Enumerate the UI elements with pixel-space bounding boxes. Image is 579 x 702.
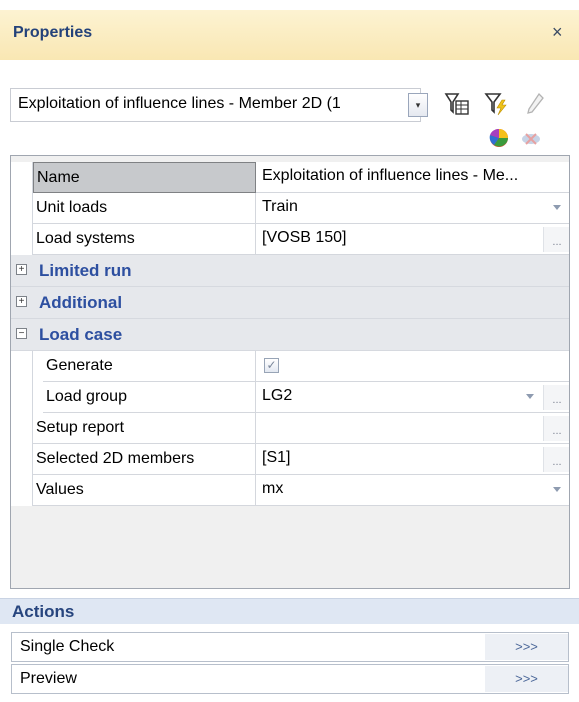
close-icon[interactable]: ×: [552, 22, 563, 43]
chevron-down-icon[interactable]: [553, 487, 561, 492]
row-indent: [33, 382, 43, 413]
color-palette-icon[interactable]: [486, 123, 512, 151]
selected-members-text: [S1]: [262, 449, 291, 466]
row-setup-report-label: Setup report: [33, 413, 256, 444]
row-gutter: [11, 413, 33, 444]
row-generate-value[interactable]: ✓: [256, 351, 569, 382]
row-gutter: [11, 444, 33, 475]
generate-checkbox[interactable]: ✓: [264, 358, 279, 373]
row-name-label: Name: [33, 162, 256, 193]
row-selected-members-label: Selected 2D members: [33, 444, 256, 475]
row-gutter: [11, 351, 33, 382]
expand-icon[interactable]: +: [16, 264, 27, 275]
chevron-down-icon[interactable]: [526, 394, 534, 399]
category-label: Load case: [39, 325, 123, 344]
load-group-text: LG2: [262, 387, 293, 404]
row-unit-loads-value[interactable]: Train: [256, 193, 569, 224]
row-load-systems[interactable]: Load systems [VOSB 150] ...: [11, 224, 569, 255]
action-preview[interactable]: Preview >>>: [11, 664, 569, 694]
row-generate[interactable]: Generate ✓: [11, 351, 569, 382]
row-load-systems-value[interactable]: [VOSB 150] ...: [256, 224, 569, 255]
row-name[interactable]: Name Exploitation of influence lines - M…: [11, 162, 569, 193]
unit-loads-text: Train: [262, 198, 298, 215]
row-load-group-label: Load group: [43, 382, 256, 413]
category-label: Additional: [39, 293, 123, 312]
row-unit-loads[interactable]: Unit loads Train: [11, 193, 569, 224]
load-systems-text: [VOSB 150]: [262, 229, 347, 246]
row-generate-label: Generate: [43, 351, 256, 382]
row-gutter: [11, 224, 33, 255]
row-gutter: [11, 475, 33, 506]
action-label: Single Check: [20, 638, 115, 655]
row-load-group[interactable]: Load group LG2 ...: [11, 382, 569, 413]
ellipsis-button[interactable]: ...: [543, 416, 569, 441]
collapse-icon[interactable]: −: [16, 328, 27, 339]
row-load-group-value[interactable]: LG2 ...: [256, 382, 569, 413]
actions-title: Actions: [12, 602, 75, 621]
chevron-down-icon[interactable]: ▾: [408, 93, 428, 117]
filter-table-icon[interactable]: [444, 90, 470, 118]
object-selector[interactable]: Exploitation of influence lines - Member…: [10, 88, 421, 122]
row-indent: [33, 351, 43, 382]
row-setup-report[interactable]: Setup report ...: [11, 413, 569, 444]
category-limited-run[interactable]: + Limited run: [11, 255, 569, 287]
panel-title: Properties: [13, 24, 93, 41]
chevron-down-icon[interactable]: [553, 205, 561, 210]
row-gutter: [11, 162, 33, 193]
row-setup-report-value[interactable]: ...: [256, 413, 569, 444]
row-name-value[interactable]: Exploitation of influence lines - Me...: [256, 162, 569, 193]
row-unit-loads-label: Unit loads: [33, 193, 256, 224]
category-load-case[interactable]: − Load case: [11, 319, 569, 351]
ellipsis-button[interactable]: ...: [543, 227, 569, 252]
run-action-button[interactable]: >>>: [485, 666, 568, 692]
row-load-systems-label: Load systems: [33, 224, 256, 255]
panel-title-bar: Properties ×: [0, 10, 579, 61]
values-text: mx: [262, 480, 284, 497]
filter-lightning-icon[interactable]: [484, 90, 510, 118]
row-gutter: [11, 193, 33, 224]
ellipsis-button[interactable]: ...: [543, 447, 569, 472]
row-values-value[interactable]: mx: [256, 475, 569, 506]
category-label: Limited run: [39, 261, 132, 280]
row-gutter: [11, 382, 33, 413]
pencil-icon[interactable]: [522, 90, 548, 118]
close-cross-disabled-icon: [522, 133, 540, 145]
actions-header: Actions: [0, 598, 579, 625]
category-additional[interactable]: + Additional: [11, 287, 569, 319]
action-label: Preview: [20, 670, 77, 687]
row-selected-members-value[interactable]: [S1] ...: [256, 444, 569, 475]
object-selector-value: Exploitation of influence lines - Member…: [18, 95, 341, 112]
row-values-label: Values: [33, 475, 256, 506]
ellipsis-button[interactable]: ...: [543, 385, 569, 410]
row-values[interactable]: Values mx: [11, 475, 569, 506]
run-action-button[interactable]: >>>: [485, 634, 568, 660]
top-border: [0, 0, 579, 10]
expand-icon[interactable]: +: [16, 296, 27, 307]
action-single-check[interactable]: Single Check >>>: [11, 632, 569, 662]
row-selected-members[interactable]: Selected 2D members [S1] ...: [11, 444, 569, 475]
